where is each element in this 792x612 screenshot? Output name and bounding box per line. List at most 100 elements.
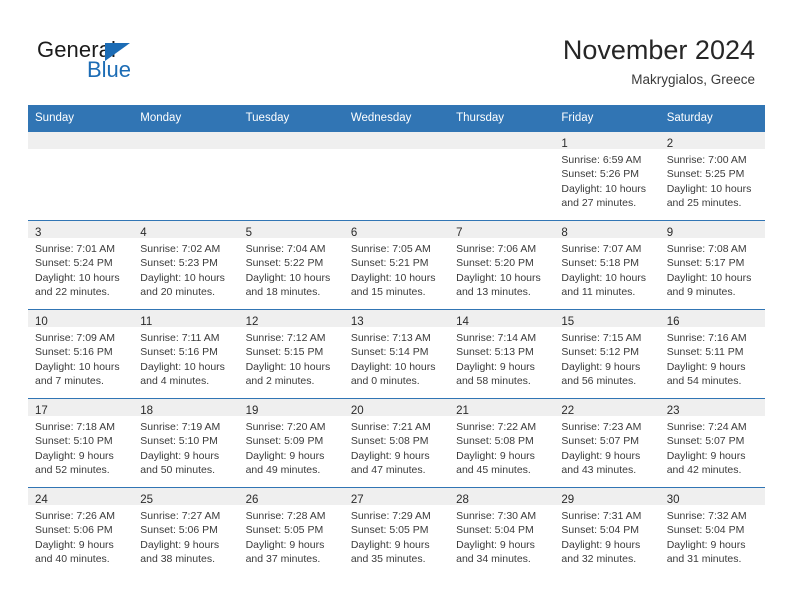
calendar-day-cell[interactable]: 9 Sunrise: 7:08 AM Sunset: 5:17 PM Daylight… — [659, 220, 765, 310]
sunset-time: Sunset: 5:08 PM — [350, 435, 429, 448]
sunrise-time: Sunrise: 7:06 AM — [456, 243, 537, 255]
calendar-day-cell[interactable]: 21 Sunrise: 7:22 AM Sunset: 5:08 PM Dayligh… — [449, 398, 555, 488]
calendar-day-cell[interactable]: 3 Sunrise: 7:01 AM Sunset: 5:24 PM Daylight… — [28, 220, 134, 310]
daylight-duration-line1: Daylight: 9 hours — [245, 538, 325, 551]
calendar-day-cell[interactable]: 19 Sunrise: 7:20 AM Sunset: 5:09 PM Dayligh… — [238, 398, 344, 488]
general-blue-logo[interactable]: General Blue — [37, 38, 267, 90]
calendar-day-cell[interactable]: 4 Sunrise: 7:02 AM Sunset: 5:23 PM Daylight… — [133, 220, 239, 310]
weekday-header-monday: Monday — [133, 105, 239, 132]
day-number: 30 — [666, 494, 680, 506]
sunset-time: Sunset: 5:11 PM — [666, 346, 744, 359]
day-number: 12 — [245, 316, 259, 328]
daylight-duration-line1: Daylight: 9 hours — [561, 538, 641, 551]
daylight-duration-line1: Daylight: 10 hours — [140, 360, 225, 373]
calendar-day-cell[interactable]: 12 Sunrise: 7:12 AM Sunset: 5:15 PM Dayligh… — [238, 309, 344, 399]
sunset-time: Sunset: 5:04 PM — [666, 524, 745, 537]
calendar-day-cell[interactable]: 23 Sunrise: 7:24 AM Sunset: 5:07 PM Dayligh… — [659, 398, 765, 488]
day-number-band: 23 — [659, 399, 765, 417]
daylight-duration-line2: and 42 minutes. — [666, 463, 742, 476]
day-number-band — [28, 132, 134, 149]
day-number: 21 — [456, 405, 469, 417]
daylight-duration-line1: Daylight: 9 hours — [140, 449, 220, 462]
sunrise-time: Sunrise: 7:13 AM — [350, 332, 431, 344]
daylight-duration-line1: Daylight: 9 hours — [666, 538, 746, 551]
sunset-time: Sunset: 5:10 PM — [35, 435, 113, 448]
calendar-week-row: 10 Sunrise: 7:09 AM Sunset: 5:16 PM Dayligh… — [28, 309, 765, 399]
day-number-band — [238, 132, 344, 149]
calendar-day-cell[interactable]: 27 Sunrise: 7:29 AM Sunset: 5:05 PM Dayligh… — [343, 487, 450, 576]
day-number-band: 15 — [554, 310, 660, 328]
daylight-duration-line2: and 45 minutes. — [456, 463, 531, 476]
sunset-time: Sunset: 5:14 PM — [350, 346, 429, 359]
calendar-day-cell[interactable]: 18 Sunrise: 7:19 AM Sunset: 5:10 PM Dayligh… — [133, 398, 239, 488]
calendar-day-cell[interactable]: 6 Sunrise: 7:05 AM Sunset: 5:21 PM Daylight… — [343, 220, 450, 310]
sunset-time: Sunset: 5:25 PM — [666, 168, 745, 181]
calendar-day-cell[interactable]: 2 Sunrise: 7:00 AM Sunset: 5:25 PM Daylight… — [659, 132, 765, 221]
sunrise-time: Sunrise: 7:30 AM — [456, 510, 537, 522]
day-details: Sunrise: 7:24 AM Sunset: 5:07 PM Daylight:… — [660, 416, 765, 477]
daylight-duration-line2: and 35 minutes. — [350, 552, 426, 565]
day-number: 7 — [456, 227, 463, 239]
day-number: 29 — [561, 494, 575, 506]
day-number: 6 — [350, 227, 358, 239]
sunrise-time: Sunrise: 7:32 AM — [666, 510, 747, 522]
sunrise-time: Sunrise: 7:28 AM — [245, 510, 326, 522]
calendar-day-cell[interactable]: 30 Sunrise: 7:32 AM Sunset: 5:04 PM Dayligh… — [659, 487, 765, 576]
sunrise-time: Sunrise: 7:24 AM — [666, 421, 747, 433]
day-number-band: 20 — [343, 399, 450, 417]
sunset-time: Sunset: 5:04 PM — [561, 524, 640, 537]
calendar-day-cell[interactable]: 13 Sunrise: 7:13 AM Sunset: 5:14 PM Dayligh… — [343, 309, 450, 399]
sunrise-time: Sunrise: 7:08 AM — [666, 243, 747, 255]
day-details: Sunrise: 7:16 AM Sunset: 5:11 PM Daylight:… — [660, 327, 765, 388]
day-number: 9 — [666, 227, 674, 239]
calendar-day-cell[interactable]: 17 Sunrise: 7:18 AM Sunset: 5:10 PM Dayligh… — [28, 398, 134, 488]
day-details: Sunrise: 7:19 AM Sunset: 5:10 PM Daylight:… — [133, 416, 238, 477]
calendar-day-cell[interactable]: 8 Sunrise: 7:07 AM Sunset: 5:18 PM Daylight… — [554, 220, 660, 310]
calendar-day-cell[interactable]: 16 Sunrise: 7:16 AM Sunset: 5:11 PM Dayligh… — [659, 309, 765, 399]
daylight-duration-line1: Daylight: 10 hours — [456, 271, 541, 284]
day-number: 14 — [456, 316, 469, 328]
calendar-day-cell[interactable]: 20 Sunrise: 7:21 AM Sunset: 5:08 PM Dayligh… — [343, 398, 450, 488]
calendar-day-cell[interactable]: 22 Sunrise: 7:23 AM Sunset: 5:07 PM Dayligh… — [554, 398, 660, 488]
calendar-day-cell[interactable]: 5 Sunrise: 7:04 AM Sunset: 5:22 PM Daylight… — [238, 220, 344, 310]
calendar-day-cell[interactable]: 14 Sunrise: 7:14 AM Sunset: 5:13 PM Dayligh… — [449, 309, 555, 399]
calendar-day-cell[interactable]: 24 Sunrise: 7:26 AM Sunset: 5:06 PM Dayligh… — [28, 487, 134, 576]
day-number-band: 7 — [449, 221, 555, 239]
sunrise-time: Sunrise: 7:23 AM — [561, 421, 642, 433]
sunrise-time: Sunrise: 7:29 AM — [350, 510, 431, 522]
day-number-band: 19 — [238, 399, 344, 417]
day-details: Sunrise: 7:22 AM Sunset: 5:08 PM Daylight:… — [449, 416, 554, 477]
sunset-time: Sunset: 5:13 PM — [456, 346, 534, 359]
sunrise-time: Sunrise: 7:16 AM — [666, 332, 747, 344]
calendar-day-cell[interactable]: 15 Sunrise: 7:15 AM Sunset: 5:12 PM Dayligh… — [554, 309, 660, 399]
day-number-band — [343, 132, 450, 149]
calendar-day-cell[interactable]: 29 Sunrise: 7:31 AM Sunset: 5:04 PM Dayligh… — [554, 487, 660, 576]
day-number-band: 5 — [238, 221, 344, 239]
daylight-duration-line1: Daylight: 9 hours — [561, 449, 641, 462]
day-details: Sunrise: 7:18 AM Sunset: 5:10 PM Daylight:… — [28, 416, 133, 477]
day-number-band: 29 — [554, 488, 660, 506]
sunset-time: Sunset: 5:22 PM — [245, 257, 324, 270]
sunrise-time: Sunrise: 7:21 AM — [350, 421, 431, 433]
day-number-band: 18 — [133, 399, 239, 417]
sunset-time: Sunset: 5:16 PM — [140, 346, 218, 359]
day-number-band: 4 — [133, 221, 239, 239]
calendar-day-cell[interactable]: 28 Sunrise: 7:30 AM Sunset: 5:04 PM Dayligh… — [449, 487, 555, 576]
day-details: Sunrise: 7:15 AM Sunset: 5:12 PM Daylight:… — [554, 327, 659, 388]
day-details: Sunrise: 7:02 AM Sunset: 5:23 PM Daylight:… — [133, 238, 238, 299]
calendar-day-cell[interactable]: 11 Sunrise: 7:11 AM Sunset: 5:16 PM Dayligh… — [133, 309, 239, 399]
calendar-day-cell[interactable]: 10 Sunrise: 7:09 AM Sunset: 5:16 PM Dayligh… — [28, 309, 134, 399]
calendar-day-cell[interactable]: 26 Sunrise: 7:28 AM Sunset: 5:05 PM Dayligh… — [238, 487, 344, 576]
day-number: 8 — [561, 227, 568, 239]
daylight-duration-line1: Daylight: 9 hours — [456, 360, 535, 373]
sunrise-time: Sunrise: 7:07 AM — [561, 243, 642, 255]
daylight-duration-line2: and 11 minutes. — [561, 285, 636, 298]
calendar-day-cell[interactable]: 25 Sunrise: 7:27 AM Sunset: 5:06 PM Dayligh… — [133, 487, 239, 576]
sunrise-time: Sunrise: 7:18 AM — [35, 421, 115, 433]
sunrise-time: Sunrise: 7:02 AM — [140, 243, 221, 255]
calendar-day-cell[interactable]: 1 Sunrise: 6:59 AM Sunset: 5:26 PM Daylight… — [554, 132, 660, 221]
day-number: 27 — [350, 494, 364, 506]
day-number: 26 — [245, 494, 259, 506]
calendar-day-cell[interactable]: 7 Sunrise: 7:06 AM Sunset: 5:20 PM Daylight… — [449, 220, 555, 310]
sunrise-time: Sunrise: 7:01 AM — [35, 243, 115, 255]
